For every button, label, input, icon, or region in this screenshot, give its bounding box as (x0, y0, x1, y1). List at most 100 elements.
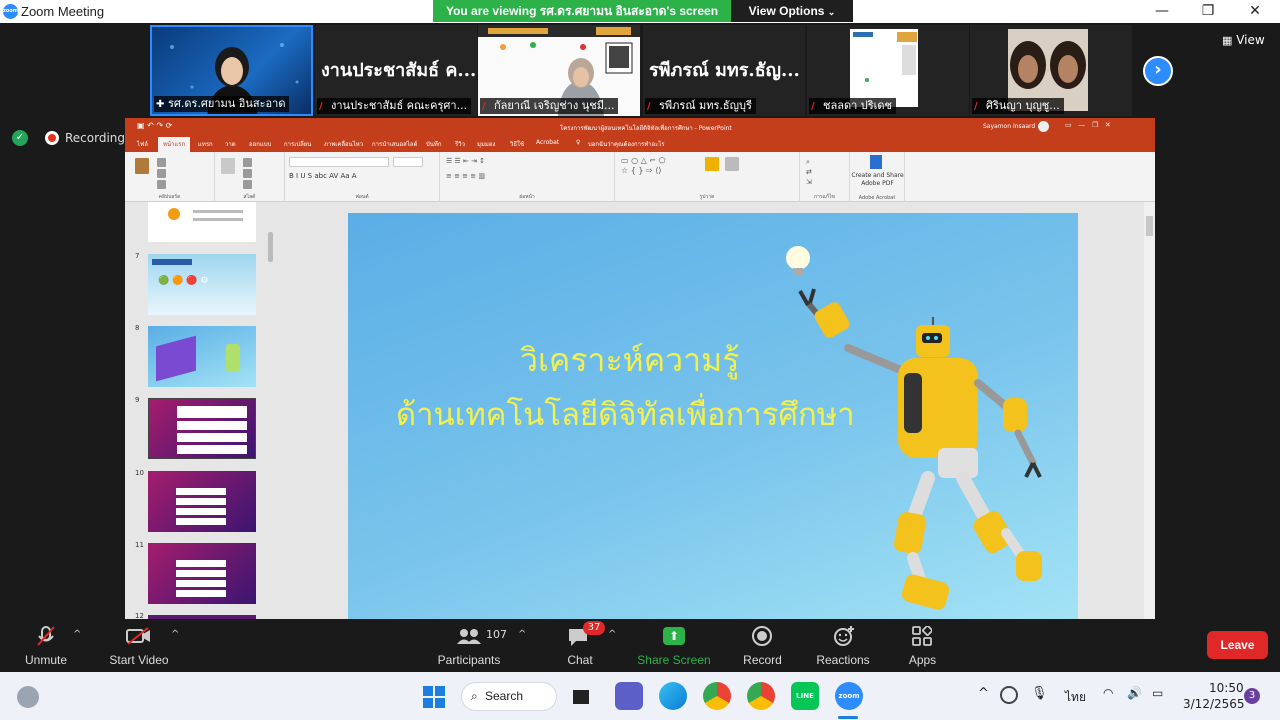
minimize-button[interactable]: — (1139, 0, 1185, 23)
paragraph-icons[interactable]: ☰ ☰ ⇤ ⇥ ↕ (446, 157, 485, 165)
ppt-tab[interactable]: การนำเสนอสไลด์ (372, 139, 417, 149)
arrange-icon[interactable] (705, 157, 719, 171)
chrome-profile-icon[interactable] (747, 682, 775, 710)
quick-styles-icon[interactable] (725, 157, 739, 171)
font-format-icons[interactable]: B I U S abc AV Aa A (289, 172, 357, 180)
ppt-tab[interactable]: ไฟล์ (137, 139, 148, 149)
windows-start-icon[interactable] (422, 685, 446, 709)
edge-browser-icon[interactable] (659, 682, 687, 710)
teams-chat-icon[interactable] (615, 682, 643, 710)
chat-label: Chat (567, 653, 593, 667)
shapes-gallery[interactable]: ▭ ○ △ ⌐ ⬠ ☆ { } ⇨ ⟨⟩ (621, 156, 666, 176)
participant-big-name: งานประชาสัมธ์ ค... (321, 60, 477, 81)
ppt-tab[interactable]: รีวิว (455, 139, 465, 149)
share-screen-button[interactable]: ⬆ Share Screen (636, 619, 712, 672)
ppt-tab-active[interactable]: หน้าแรก (158, 137, 191, 152)
maximize-button[interactable]: ❐ (1185, 0, 1231, 23)
layout-icon[interactable] (243, 158, 252, 167)
line-app-icon[interactable]: LINE (791, 682, 819, 710)
widgets-icon[interactable] (17, 686, 39, 708)
leave-button[interactable]: Leave (1207, 631, 1268, 659)
format-painter-icon[interactable] (157, 180, 166, 189)
ppt-tab[interactable]: วิธีใช้ (510, 139, 524, 149)
next-thumbnails-button[interactable]: › (1143, 56, 1173, 86)
clock-time[interactable]: 10:50 (1209, 681, 1244, 695)
participant-video-tile[interactable]: / ชลลดา ปริเดช (807, 25, 969, 116)
battery-icon[interactable]: ▭ (1152, 686, 1163, 700)
ribbon-group-editing: ⌕ ⇄ ⇲ การแก้ไข (800, 152, 850, 202)
start-video-button[interactable]: Start Video (104, 619, 174, 672)
participants-button[interactable]: Participants (434, 619, 504, 672)
sync-icon[interactable] (1000, 686, 1018, 704)
apps-icon (912, 626, 932, 646)
taskbar-search-box[interactable]: ⌕ Search (461, 682, 557, 711)
meeting-controls: Unmute ^ Start Video ^ Participants 107 … (0, 619, 1280, 672)
adobe-pdf-icon[interactable] (870, 155, 882, 169)
align-icons[interactable]: ≡ ≡ ≡ ≡ ▥ (446, 172, 485, 180)
chevron-down-icon: ⌄ (827, 7, 836, 17)
audio-options-chevron-icon[interactable]: ^ (73, 629, 81, 640)
windows-taskbar: LINE zoom ^ 🎙 ไทย ◠ 🔊 ▭ (0, 672, 1280, 720)
ppt-tab[interactable]: การเปลี่ยน (284, 139, 311, 149)
video-off-icon (126, 627, 150, 645)
slide-thumbnail[interactable] (148, 543, 256, 604)
record-button[interactable]: Record (740, 619, 785, 672)
find-replace-icons[interactable]: ⌕ ⇄ ⇲ (806, 157, 812, 187)
unmute-button[interactable]: Unmute (20, 619, 72, 672)
slide-thumbnail[interactable] (148, 471, 256, 532)
slide-thumbnail[interactable] (148, 398, 256, 459)
participant-video-tile[interactable]: / กัลยาณี เจริญช่าง นุชมี... (478, 25, 640, 116)
participant-video-tile[interactable]: งานประชาสัมธ์ ค... / งานประชาสัมธ์ คณะครุ… (315, 25, 477, 116)
recording-label[interactable]: Recording (65, 131, 125, 145)
section-icon[interactable] (243, 180, 252, 189)
new-slide-icon[interactable] (221, 158, 235, 174)
ppt-tab[interactable]: ออกแบบ (249, 139, 271, 149)
ppt-tab[interactable]: ภาพเคลื่อนไหว (324, 139, 363, 149)
panel-scrollbar[interactable] (268, 232, 273, 262)
reactions-button[interactable]: Reactions (813, 619, 873, 672)
scrollbar-thumb[interactable] (1146, 216, 1153, 236)
show-hidden-icons-chevron-icon[interactable]: ^ (978, 686, 989, 701)
wifi-icon[interactable]: ◠ (1103, 686, 1113, 700)
paste-icon[interactable] (135, 158, 149, 174)
ppt-tab[interactable]: แทรก (198, 139, 213, 149)
cut-icon[interactable] (157, 158, 166, 167)
participant-video-tile[interactable]: / ศิรินญา บุญชู... (970, 25, 1132, 116)
current-slide[interactable]: วิเคราะห์ความรู้ ด้านเทคโนโลยีดิจิทัลเพื… (348, 213, 1078, 619)
font-name-box[interactable] (289, 157, 389, 167)
clock-date[interactable]: 3/12/2565 (1183, 697, 1245, 711)
apps-button[interactable]: Apps (900, 619, 945, 672)
ppt-tell-me[interactable]: บอกฉันว่าคุณต้องการทำอะไร (588, 139, 665, 149)
slide-thumbnail[interactable] (148, 326, 256, 387)
reset-icon[interactable] (243, 169, 252, 178)
create-adobe-pdf-button[interactable]: Create and Share Adobe PDF (850, 172, 905, 188)
ppt-tab[interactable]: Acrobat (536, 139, 559, 146)
input-language[interactable]: ไทย (1065, 688, 1086, 707)
chat-options-chevron-icon[interactable]: ^ (608, 629, 616, 640)
video-options-chevron-icon[interactable]: ^ (171, 629, 179, 640)
view-layout-button[interactable]: ▦ View (1222, 33, 1265, 47)
ribbon-group-paragraph: ☰ ☰ ⇤ ⇥ ↕ ≡ ≡ ≡ ≡ ▥ ย่อหน้า (440, 152, 615, 202)
participant-video-tile[interactable]: ✚ รศ.ดร.ศยามน อินสะอาด (150, 25, 313, 116)
copy-icon[interactable] (157, 169, 166, 178)
slide-thumbnail[interactable]: 🟢 🟠 🔴 ⚙ (148, 254, 256, 315)
font-size-box[interactable] (393, 157, 423, 167)
close-button[interactable]: ✕ (1232, 0, 1278, 23)
security-shield-icon[interactable]: ✓ (12, 130, 28, 146)
participants-options-chevron-icon[interactable]: ^ (518, 629, 526, 640)
zoom-app-icon[interactable]: zoom (835, 682, 863, 710)
volume-icon[interactable]: 🔊 (1127, 686, 1142, 700)
participant-video-tile[interactable]: รพีภรณ์ มทร.ธัญ... / รพีภรณ์ มทร.ธัญบุรี (643, 25, 805, 116)
chrome-browser-icon[interactable] (703, 682, 731, 710)
microphone-icon[interactable]: 🎙 (1031, 686, 1048, 701)
task-view-icon[interactable] (569, 684, 593, 708)
editor-scrollbar[interactable] (1144, 202, 1155, 619)
slide-thumbnail[interactable] (148, 202, 256, 242)
slide-row (176, 590, 226, 597)
ppt-tab[interactable]: วาด (225, 139, 236, 149)
view-options-button[interactable]: View Options ⌄ (731, 0, 853, 22)
ribbon-group-label: คลิปบอร์ด (158, 194, 181, 200)
ppt-tab[interactable]: บันทึก (426, 139, 442, 149)
notification-badge[interactable]: 3 (1244, 688, 1260, 704)
ppt-tab[interactable]: มุมมอง (477, 139, 495, 149)
